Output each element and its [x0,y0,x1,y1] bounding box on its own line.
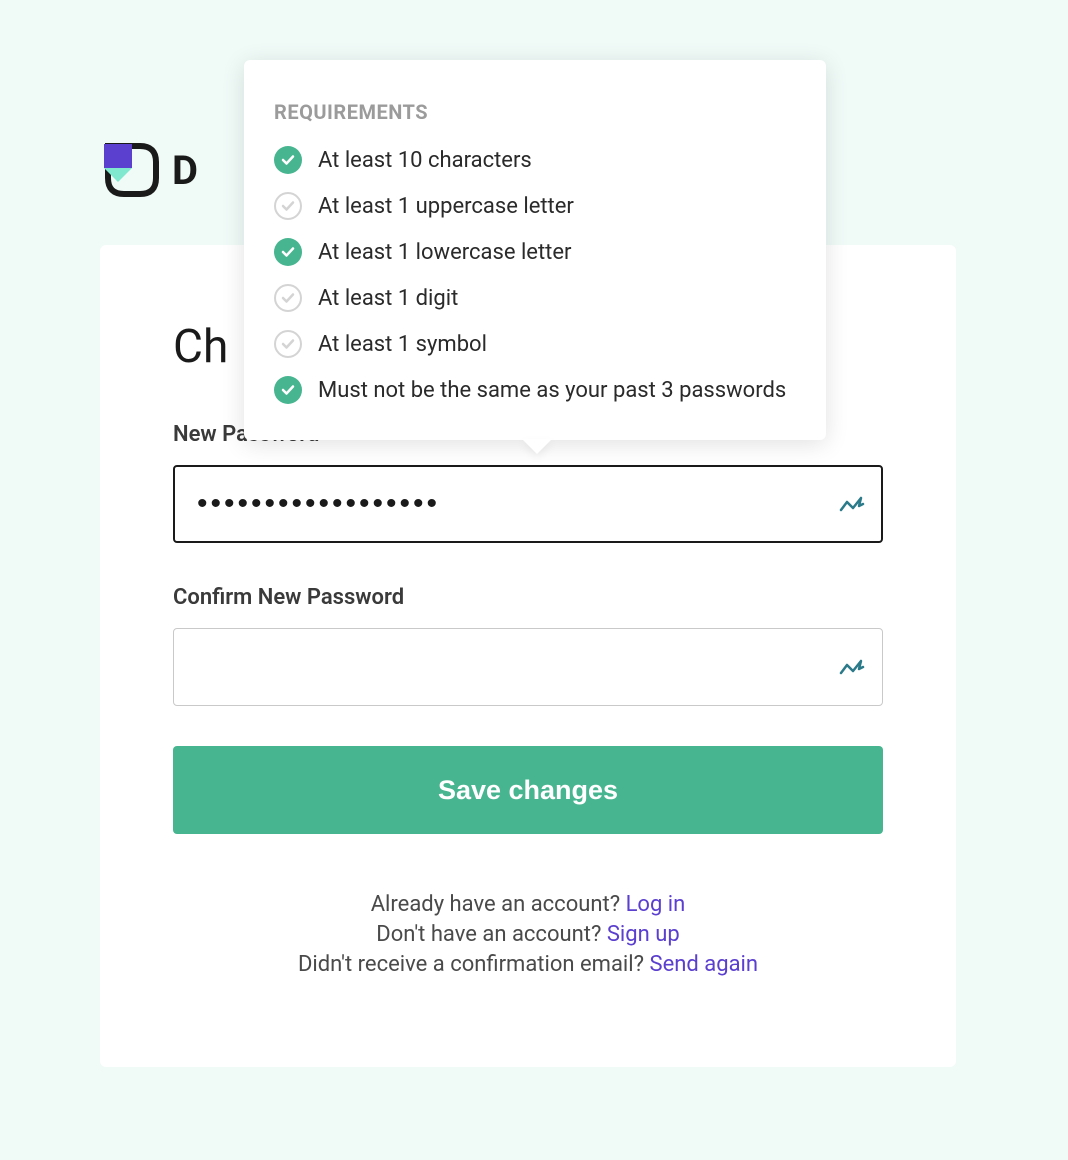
logo: D [100,140,198,200]
requirement-item: At least 1 lowercase letter [274,238,796,266]
requirement-item: At least 1 uppercase letter [274,192,796,220]
requirement-text: At least 1 uppercase letter [318,194,574,219]
check-met-icon [274,146,302,174]
footer-links: Already have an account? Log in Don't ha… [173,892,883,977]
requirement-item: At least 1 symbol [274,330,796,358]
requirement-text: At least 10 characters [318,148,532,173]
password-manager-icon[interactable] [837,653,865,681]
check-unmet-icon [274,330,302,358]
resend-text: Didn't receive a confirmation email? [298,952,650,977]
save-changes-button[interactable]: Save changes [173,746,883,834]
requirement-text: At least 1 lowercase letter [318,240,571,265]
check-unmet-icon [274,284,302,312]
login-link[interactable]: Log in [626,892,686,917]
new-password-input[interactable] [173,465,883,543]
requirement-item: At least 1 digit [274,284,796,312]
signup-link[interactable]: Sign up [607,922,680,947]
logo-mark-icon [100,140,160,200]
logo-text: D [172,147,198,194]
login-line: Already have an account? Log in [173,892,883,917]
requirement-text: Must not be the same as your past 3 pass… [318,378,786,403]
confirm-password-wrapper [173,628,883,706]
requirements-list: At least 10 characters At least 1 upperca… [274,146,796,404]
confirm-password-label: Confirm New Password [173,585,883,610]
requirement-text: At least 1 digit [318,286,458,311]
requirements-tooltip: REQUIREMENTS At least 10 charactersAt le… [244,60,826,440]
requirement-item: At least 10 characters [274,146,796,174]
new-password-wrapper [173,465,883,543]
requirement-item: Must not be the same as your past 3 pass… [274,376,796,404]
requirement-text: At least 1 symbol [318,332,487,357]
password-manager-icon[interactable] [837,490,865,518]
check-met-icon [274,238,302,266]
requirements-title: REQUIREMENTS [274,100,796,124]
signup-line: Don't have an account? Sign up [173,922,883,947]
resend-link[interactable]: Send again [650,952,759,977]
check-unmet-icon [274,192,302,220]
confirm-password-input[interactable] [173,628,883,706]
login-text: Already have an account? [371,892,626,917]
signup-text: Don't have an account? [376,922,607,947]
check-met-icon [274,376,302,404]
resend-line: Didn't receive a confirmation email? Sen… [173,952,883,977]
